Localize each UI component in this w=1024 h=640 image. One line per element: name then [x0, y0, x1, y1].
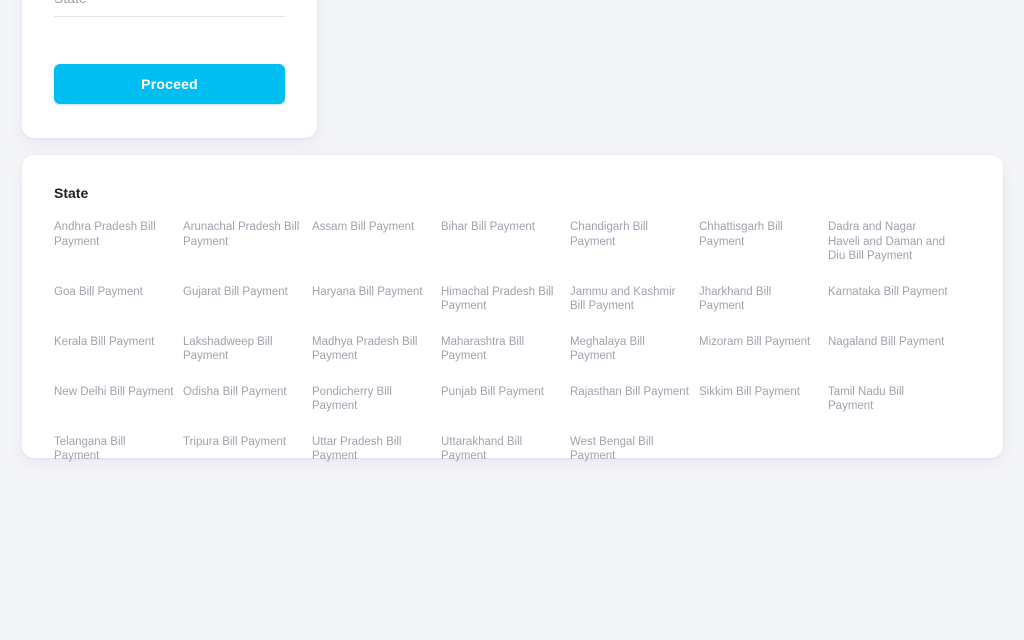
state-link[interactable]: Jammu and Kashmir Bill Payment: [570, 285, 690, 314]
state-link[interactable]: Dadra and Nagar Haveli and Daman and Diu…: [828, 220, 948, 264]
state-link[interactable]: Meghalaya Bill Payment: [570, 335, 690, 364]
state-link[interactable]: Andhra Pradesh Bill Payment: [54, 220, 174, 249]
state-link[interactable]: Mizoram Bill Payment: [699, 335, 819, 350]
state-link[interactable]: Telangana Bill Payment: [54, 435, 174, 464]
state-link[interactable]: New Delhi Bill Payment: [54, 385, 174, 400]
state-link[interactable]: Jharkhand Bill Payment: [699, 285, 819, 314]
state-link[interactable]: Himachal Pradesh Bill Payment: [441, 285, 561, 314]
state-link[interactable]: Arunachal Pradesh Bill Payment: [183, 220, 303, 249]
state-link[interactable]: Odisha Bill Payment: [183, 385, 303, 400]
state-link[interactable]: Goa Bill Payment: [54, 285, 174, 300]
state-link[interactable]: Nagaland Bill Payment: [828, 335, 948, 350]
state-form-card: Proceed: [22, 0, 317, 138]
state-link[interactable]: Uttarakhand Bill Payment: [441, 435, 561, 464]
state-link[interactable]: Haryana Bill Payment: [312, 285, 432, 300]
proceed-button[interactable]: Proceed: [54, 64, 285, 104]
state-link[interactable]: Lakshadweep Bill Payment: [183, 335, 303, 364]
state-link[interactable]: Bihar Bill Payment: [441, 220, 561, 235]
state-link[interactable]: West Bengal Bill Payment: [570, 435, 690, 464]
state-link[interactable]: Uttar Pradesh Bill Payment: [312, 435, 432, 464]
state-link[interactable]: Pondicherry Bill Payment: [312, 385, 432, 414]
state-link[interactable]: Assam Bill Payment: [312, 220, 432, 235]
state-link[interactable]: Sikkim Bill Payment: [699, 385, 819, 400]
state-links-card: State Andhra Pradesh Bill Payment Arunach…: [22, 155, 1003, 462]
state-link[interactable]: Tamil Nadu Bill Payment: [828, 385, 948, 414]
state-link[interactable]: Karnataka Bill Payment: [828, 285, 948, 300]
state-link[interactable]: Rajasthan Bill Payment: [570, 385, 690, 400]
state-links-grid: Andhra Pradesh Bill Payment Arunachal Pra…: [54, 220, 979, 464]
state-link[interactable]: Chandigarh Bill Payment: [570, 220, 690, 249]
state-link[interactable]: Kerala Bill Payment: [54, 335, 174, 350]
state-link[interactable]: Maharashtra Bill Payment: [441, 335, 561, 364]
state-field-wrapper: [54, 0, 285, 17]
state-link[interactable]: Tripura Bill Payment: [183, 435, 303, 450]
state-link[interactable]: Punjab Bill Payment: [441, 385, 561, 400]
state-link[interactable]: Gujarat Bill Payment: [183, 285, 303, 300]
state-links-title: State: [54, 185, 89, 201]
state-link[interactable]: Madhya Pradesh Bill Payment: [312, 335, 432, 364]
state-link[interactable]: Chhattisgarh Bill Payment: [699, 220, 819, 249]
state-input[interactable]: [54, 0, 285, 17]
